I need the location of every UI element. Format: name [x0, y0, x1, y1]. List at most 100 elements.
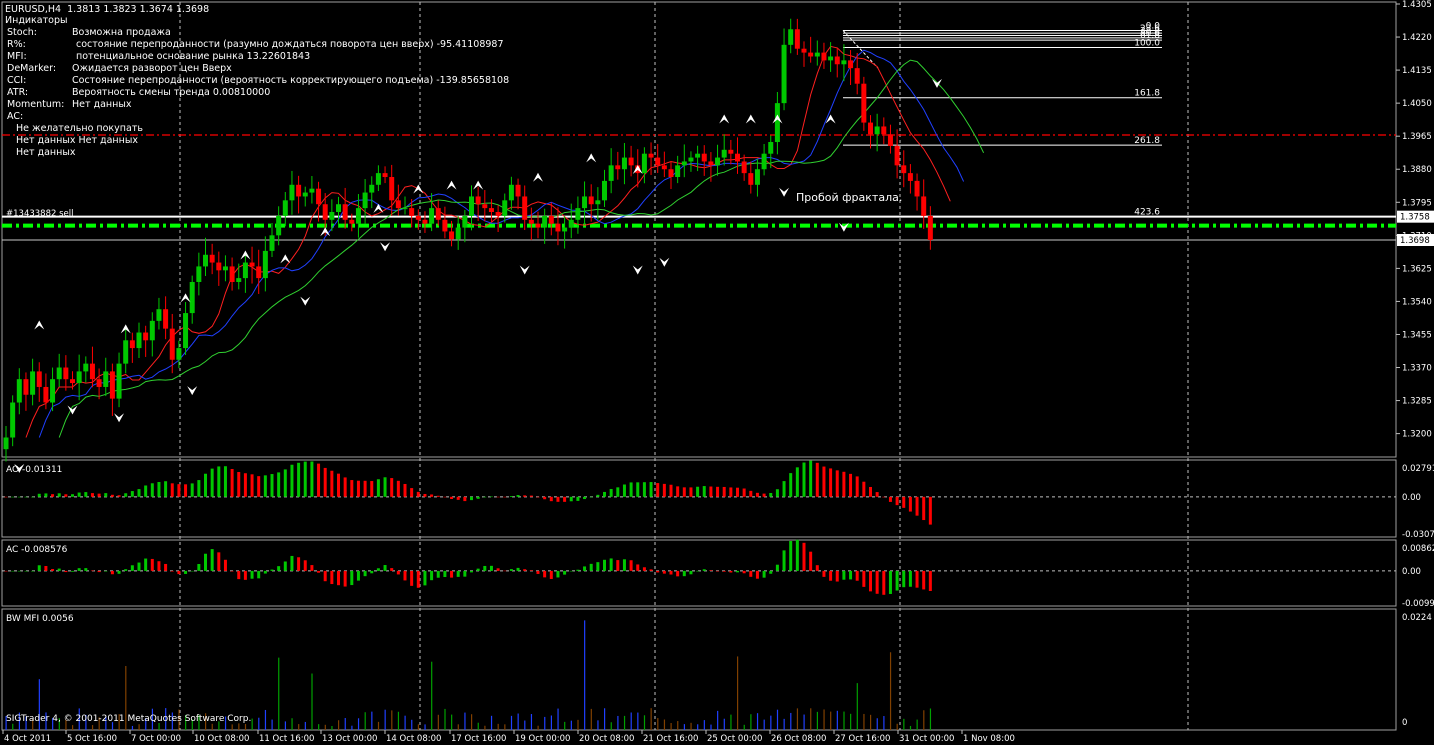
candle-body	[801, 48, 807, 53]
candle-body	[143, 332, 149, 341]
ao-bar	[64, 494, 68, 497]
ac-bar	[556, 570, 560, 578]
ac-bar	[928, 570, 932, 591]
candle-body	[402, 208, 408, 210]
ac-bar	[682, 570, 686, 577]
candle-body	[901, 165, 907, 174]
ac-bar	[124, 569, 128, 571]
ao-bar	[563, 496, 567, 502]
indicator-tick-label: 0.0224	[1402, 613, 1432, 623]
ac-bar	[190, 570, 194, 572]
ao-bar	[270, 474, 274, 497]
ac-bar	[57, 568, 61, 571]
ao-bar	[809, 460, 813, 497]
fractal-up-icon	[280, 254, 291, 264]
vertical-grid	[179, 2, 1189, 730]
ac-bar	[443, 570, 447, 578]
ao-bar	[130, 491, 134, 497]
ao-bar	[157, 482, 161, 497]
ao-bar	[104, 493, 108, 497]
candle-body	[701, 153, 707, 162]
ao-bar	[24, 496, 28, 498]
ac-bar	[702, 569, 706, 571]
ac-bar	[150, 558, 154, 571]
time-tick-label: 5 Oct 16:00	[67, 734, 117, 744]
mfi-bar	[717, 710, 719, 730]
ac-bar	[729, 570, 733, 573]
candle-body	[921, 196, 927, 216]
ao-bar	[330, 470, 334, 497]
candle-body	[442, 219, 448, 232]
indicator-tick-label: 0.02791	[1402, 464, 1434, 474]
mfi-bar	[617, 715, 619, 730]
ac-bar	[410, 570, 414, 586]
mfi-bar	[883, 716, 885, 730]
ao-bar	[822, 466, 826, 497]
metatrader-chart[interactable]: 0.023.638.250.061.8100.0161.8261.8423.6 …	[0, 0, 1434, 745]
mfi-bar	[683, 724, 685, 730]
ao-bar	[383, 477, 387, 497]
ac-bar	[117, 570, 121, 574]
candle-body	[336, 204, 341, 213]
mfi-bar	[643, 715, 646, 730]
candle-body	[203, 254, 208, 267]
ac-bar	[164, 563, 168, 571]
ac-bar	[450, 570, 454, 578]
candle-body	[435, 208, 441, 220]
price-tick-label: 1.3965	[1402, 132, 1432, 142]
ac-bar	[64, 570, 68, 573]
time-tick-label: 11 Oct 16:00	[259, 734, 314, 744]
price-tick-label: 1.3540	[1402, 297, 1432, 307]
candle-body	[329, 212, 335, 220]
mfi-bar	[577, 719, 579, 730]
ao-bar	[782, 481, 786, 497]
candle-body	[568, 219, 574, 228]
fractal-down-icon	[632, 265, 643, 275]
ac-bar	[184, 570, 188, 574]
mfi-bar	[397, 711, 400, 730]
candle-body	[528, 219, 534, 224]
candle-body	[535, 223, 541, 228]
time-tick-label: 31 Oct 00:00	[899, 734, 954, 744]
ao-bar	[755, 492, 759, 497]
candle-body	[628, 157, 634, 166]
ac-bar	[137, 562, 141, 571]
candle-body	[349, 219, 355, 224]
ao-bar	[882, 496, 886, 498]
candle-body	[189, 281, 195, 314]
indicator-value: Возможна продажа	[72, 27, 171, 38]
moving-average-line	[25, 45, 951, 438]
fractal-up-icon	[413, 184, 424, 194]
mfi-bar	[657, 718, 659, 730]
ao-bar	[197, 480, 201, 497]
candle-body	[774, 103, 780, 143]
candle-body	[455, 227, 461, 240]
candle-body	[382, 173, 388, 178]
mfi-bar	[91, 725, 94, 730]
ac-bar	[662, 570, 666, 574]
ao-bar	[90, 493, 94, 497]
ao-bar	[117, 495, 121, 497]
candle-body	[741, 161, 747, 174]
ao-bar	[556, 496, 560, 502]
ac-bar	[51, 569, 55, 571]
ao-bar	[204, 473, 207, 497]
fractal-down-icon	[187, 386, 198, 396]
price-tick-label: 1.3880	[1402, 165, 1432, 175]
candle-body	[316, 188, 322, 205]
mfi-bar	[723, 718, 725, 730]
mfi-bar	[391, 710, 393, 730]
ac-bar	[489, 565, 493, 571]
ac-bar	[709, 570, 713, 571]
ao-bar	[702, 486, 706, 497]
ac-bar	[277, 566, 281, 571]
price-axis: 1.4305 1.4220 1.4135 1.4050 1.3965 1.3880 1.37…	[1396, 0, 1434, 728]
ao-bar	[862, 481, 866, 497]
ac-bar	[815, 565, 819, 571]
mfi-bar	[843, 711, 845, 730]
mfi-bar	[537, 725, 539, 730]
mfi-bar	[484, 725, 486, 730]
candle-body	[262, 250, 268, 279]
candle-body	[56, 367, 62, 380]
candle-body	[282, 200, 288, 216]
